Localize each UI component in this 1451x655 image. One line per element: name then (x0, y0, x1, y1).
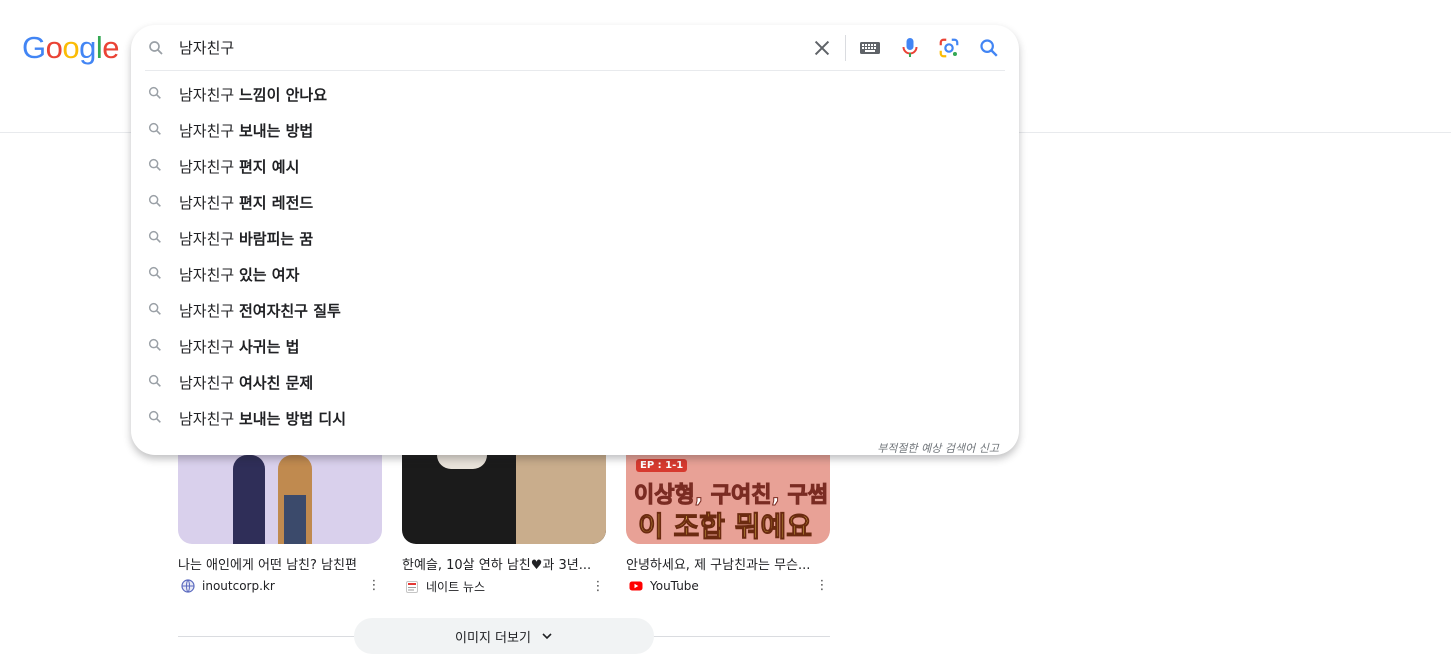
more-options-icon[interactable]: ⋮ (814, 578, 830, 593)
source-name: 네이트 뉴스 (426, 580, 486, 594)
suggestion-prefix: 남자친구 (179, 86, 235, 104)
suggestion-text: 남자친구 있는 여자 (179, 264, 299, 285)
search-box[interactable]: 남자친구 (131, 25, 1019, 71)
more-options-icon[interactable]: ⋮ (366, 578, 382, 593)
logo-letter: g (79, 30, 96, 65)
suggestion-item[interactable]: 남자친구 느낌이 안나요 (131, 75, 1019, 111)
image-result-card[interactable]: 한예슬, 10살 연하 남친♥과 3년... 네이트 뉴스 ⋮ (402, 455, 606, 595)
suggestion-completion: 편지 예시 (238, 158, 300, 176)
search-icon (148, 266, 161, 279)
suggestion-item[interactable]: 남자친구 있는 여자 (131, 255, 1019, 291)
source-name: inoutcorp.kr (202, 578, 275, 593)
suggestion-prefix: 남자친구 (179, 338, 235, 356)
search-icon (148, 86, 161, 99)
search-icon (148, 230, 161, 243)
suggestion-item[interactable]: 남자친구 보내는 방법 디시 (131, 399, 1019, 435)
thumb-text: EP : 1-1 (636, 459, 688, 472)
google-lens-icon[interactable] (938, 37, 960, 59)
suggestion-text: 남자친구 느낌이 안나요 (179, 84, 327, 105)
chevron-down-icon (542, 633, 552, 640)
google-logo[interactable]: Google (22, 30, 120, 65)
more-images-button[interactable]: 이미지 더보기 (354, 618, 654, 654)
search-input[interactable]: 남자친구 (179, 37, 234, 58)
suggestion-completion: 보내는 방법 (238, 122, 314, 140)
clear-icon[interactable] (811, 37, 833, 59)
search-icon (148, 374, 161, 387)
search-icon (148, 158, 161, 171)
search-icon (149, 41, 163, 55)
thumb-figure (233, 455, 265, 544)
more-images-label: 이미지 더보기 (455, 630, 531, 646)
suggestion-completion: 보내는 방법 디시 (238, 410, 347, 428)
thumb-shape (437, 455, 487, 469)
suggestion-prefix: 남자친구 (179, 194, 235, 212)
suggestion-item[interactable]: 남자친구 편지 레전드 (131, 183, 1019, 219)
image-thumbnail[interactable]: EP : 1-1 이상형, 구여친, 구썸 이 조합 뭐예요 (626, 455, 830, 544)
suggestion-text: 남자친구 여사친 문제 (179, 372, 313, 393)
thumb-text: 이 조합 뭐예요 (637, 510, 813, 544)
image-source: inoutcorp.kr ⋮ (178, 578, 382, 593)
suggestion-text: 남자친구 편지 레전드 (179, 192, 313, 213)
globe-icon (181, 578, 195, 593)
logo-letter: o (62, 30, 80, 65)
suggestion-prefix: 남자친구 (179, 158, 235, 176)
search-autocomplete-panel: 남자친구 남자친구 느낌이 안나요 남자친구 보내는 방법 남자친구 편지 예시… (131, 25, 1019, 455)
thumb-shape (516, 455, 606, 544)
source-name: YouTube (650, 578, 699, 593)
suggestion-prefix: 남자친구 (179, 266, 235, 284)
more-options-icon[interactable]: ⋮ (590, 579, 606, 594)
logo-letter: e (102, 30, 120, 65)
image-thumbnail[interactable] (178, 455, 382, 544)
image-caption[interactable]: 나는 애인에게 어떤 남친? 남친편 (178, 554, 382, 573)
image-caption[interactable]: 안녕하세요, 제 구남친과는 무슨... (626, 554, 830, 573)
suggestion-item[interactable]: 남자친구 바람피는 꿈 (131, 219, 1019, 255)
suggestion-text: 남자친구 사귀는 법 (179, 336, 299, 357)
search-icon (148, 194, 161, 207)
suggestion-item[interactable]: 남자친구 보내는 방법 (131, 111, 1019, 147)
youtube-icon (629, 581, 643, 590)
search-icon (148, 338, 161, 351)
logo-letter: G (22, 30, 46, 65)
microphone-icon[interactable] (899, 36, 921, 60)
suggestion-completion: 사귀는 법 (238, 338, 300, 356)
suggestion-item[interactable]: 남자친구 여사친 문제 (131, 363, 1019, 399)
thumb-figure (284, 495, 306, 544)
suggestion-prefix: 남자친구 (179, 410, 235, 428)
suggestion-completion: 전여자친구 질투 (238, 302, 341, 320)
suggestion-item[interactable]: 남자친구 사귀는 법 (131, 327, 1019, 363)
search-separator (845, 35, 846, 61)
suggestion-completion: 있는 여자 (238, 266, 300, 284)
image-result-card[interactable]: EP : 1-1 이상형, 구여친, 구썸 이 조합 뭐예요 안녕하세요, 제 … (626, 455, 830, 593)
logo-letter: o (45, 30, 63, 65)
suggestion-text: 남자친구 보내는 방법 디시 (179, 408, 346, 429)
search-icon (148, 122, 161, 135)
image-thumbnail[interactable] (402, 455, 606, 544)
search-icon (148, 410, 161, 423)
search-icon (148, 302, 161, 315)
image-source: YouTube ⋮ (626, 578, 830, 593)
suggestion-text: 남자친구 바람피는 꿈 (179, 228, 313, 249)
suggestion-prefix: 남자친구 (179, 122, 235, 140)
keyboard-icon[interactable] (859, 39, 881, 57)
image-result-card[interactable]: 나는 애인에게 어떤 남친? 남친편 inoutcorp.kr ⋮ (178, 455, 382, 593)
suggestion-item[interactable]: 남자친구 전여자친구 질투 (131, 291, 1019, 327)
image-source: 네이트 뉴스 ⋮ (402, 578, 606, 595)
suggestion-item[interactable]: 남자친구 편지 예시 (131, 147, 1019, 183)
search-submit-icon[interactable] (978, 37, 1000, 59)
suggestion-text: 남자친구 편지 예시 (179, 156, 299, 177)
search-divider (145, 70, 1005, 71)
suggestion-completion: 여사친 문제 (238, 374, 314, 392)
suggestion-prefix: 남자친구 (179, 230, 235, 248)
image-caption[interactable]: 한예슬, 10살 연하 남친♥과 3년... (402, 554, 606, 573)
suggestion-prefix: 남자친구 (179, 302, 235, 320)
suggestion-text: 남자친구 보내는 방법 (179, 120, 313, 141)
report-predictions-link[interactable]: 부적절한 예상 검색어 신고 (877, 440, 999, 456)
suggestion-completion: 바람피는 꿈 (238, 230, 314, 248)
news-icon (406, 580, 418, 593)
suggestion-prefix: 남자친구 (179, 374, 235, 392)
suggestion-completion: 편지 레전드 (238, 194, 314, 212)
suggestion-text: 남자친구 전여자친구 질투 (179, 300, 341, 321)
suggestion-completion: 느낌이 안나요 (238, 86, 328, 104)
